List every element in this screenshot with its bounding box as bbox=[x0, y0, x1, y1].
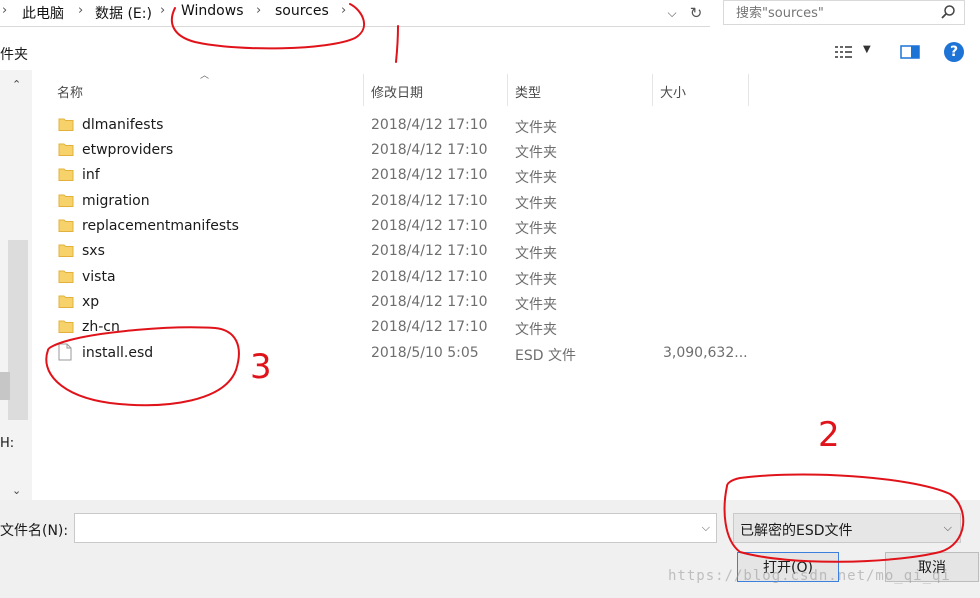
file-type: 文件夹 bbox=[515, 170, 557, 186]
file-size: 3,090,632... bbox=[663, 345, 748, 361]
file-type: 文件夹 bbox=[515, 145, 557, 161]
folder-icon bbox=[58, 143, 74, 156]
file-name: etwproviders bbox=[82, 142, 174, 158]
file-date: 2018/4/12 17:10 bbox=[371, 243, 488, 259]
folder-icon bbox=[58, 244, 74, 257]
file-date: 2018/4/12 17:10 bbox=[371, 218, 488, 234]
breadcrumb-this-pc[interactable]: 此电脑 bbox=[22, 3, 64, 23]
file-type: 文件夹 bbox=[515, 297, 557, 313]
address-bar[interactable]: › 此电脑 › 数据 (E:) › Windows › sources › ⌵ … bbox=[0, 0, 710, 27]
file-name: inf bbox=[82, 167, 100, 183]
breadcrumb-sources[interactable]: sources bbox=[275, 3, 329, 19]
filename-label: 文件名(N): bbox=[0, 523, 69, 539]
file-name: migration bbox=[82, 193, 150, 209]
breadcrumb-separator[interactable]: › bbox=[256, 3, 261, 18]
file-date: 2018/4/12 17:10 bbox=[371, 117, 488, 133]
file-row[interactable]: xp 2018/4/12 17:10 文件夹 bbox=[56, 290, 756, 315]
search-input[interactable] bbox=[734, 1, 938, 25]
file-row[interactable]: migration 2018/4/12 17:10 文件夹 bbox=[56, 189, 756, 214]
file-type: 文件夹 bbox=[515, 196, 557, 212]
file-name: vista bbox=[82, 269, 116, 285]
search-icon[interactable] bbox=[940, 4, 956, 20]
view-dropdown-icon[interactable]: ▼ bbox=[863, 44, 871, 55]
nav-selection-marker bbox=[0, 372, 10, 400]
view-options-icon[interactable] bbox=[834, 44, 854, 60]
column-header-size[interactable]: 大小 bbox=[660, 80, 686, 102]
file-icon bbox=[58, 343, 72, 361]
file-name: zh-cn bbox=[82, 319, 120, 335]
refresh-icon[interactable]: ↻ bbox=[686, 3, 706, 23]
nav-drive-label[interactable]: H: bbox=[0, 436, 14, 451]
nav-scroll-thumb[interactable] bbox=[8, 240, 28, 420]
file-type: 文件夹 bbox=[515, 272, 557, 288]
column-separator[interactable] bbox=[748, 74, 749, 106]
file-name: xp bbox=[82, 294, 100, 310]
file-row[interactable]: sxs 2018/4/12 17:10 文件夹 bbox=[56, 239, 756, 264]
column-header-type[interactable]: 类型 bbox=[515, 80, 541, 102]
search-box[interactable] bbox=[723, 0, 965, 25]
file-type: ESD 文件 bbox=[515, 348, 576, 364]
address-dropdown-icon[interactable]: ⌵ bbox=[662, 3, 682, 23]
file-type: 文件夹 bbox=[515, 246, 557, 262]
file-date: 2018/4/12 17:10 bbox=[371, 294, 488, 310]
scroll-down-icon[interactable]: ⌄ bbox=[12, 484, 21, 497]
folder-icon bbox=[58, 168, 74, 181]
breadcrumb-separator[interactable]: › bbox=[160, 3, 165, 18]
sort-ascending-icon: ︿ bbox=[200, 71, 210, 81]
breadcrumb-windows[interactable]: Windows bbox=[181, 3, 244, 19]
folder-icon bbox=[58, 219, 74, 232]
help-icon[interactable]: ? bbox=[944, 42, 964, 62]
file-date: 2018/4/12 17:10 bbox=[371, 319, 488, 335]
column-separator[interactable] bbox=[507, 74, 508, 106]
breadcrumb-separator[interactable]: › bbox=[2, 3, 7, 18]
file-row[interactable]: replacementmanifests 2018/4/12 17:10 文件夹 bbox=[56, 214, 756, 239]
filename-field[interactable]: ⌵ bbox=[74, 513, 717, 543]
filter-dropdown-icon[interactable]: ⌵ bbox=[944, 521, 952, 535]
file-row[interactable]: inf 2018/4/12 17:10 文件夹 bbox=[56, 163, 756, 188]
scroll-up-icon[interactable]: ⌃ bbox=[12, 78, 21, 91]
file-type: 文件夹 bbox=[515, 221, 557, 237]
file-name: install.esd bbox=[82, 345, 154, 361]
file-date: 2018/4/12 17:10 bbox=[371, 193, 488, 209]
breadcrumb-separator[interactable]: › bbox=[341, 3, 346, 18]
file-date: 2018/5/10 5:05 bbox=[371, 345, 479, 361]
column-header-date[interactable]: 修改日期 bbox=[371, 80, 423, 102]
file-type: 文件夹 bbox=[515, 322, 557, 338]
column-separator[interactable] bbox=[652, 74, 653, 106]
folder-icon bbox=[58, 270, 74, 283]
breadcrumb-drive-e[interactable]: 数据 (E:) bbox=[95, 3, 152, 23]
file-date: 2018/4/12 17:10 bbox=[371, 269, 488, 285]
filename-input[interactable] bbox=[79, 514, 683, 542]
file-date: 2018/4/12 17:10 bbox=[371, 142, 488, 158]
file-name: replacementmanifests bbox=[82, 218, 239, 234]
file-row[interactable]: zh-cn 2018/4/12 17:10 文件夹 bbox=[56, 315, 756, 340]
folder-icon bbox=[58, 118, 74, 131]
preview-pane-icon[interactable] bbox=[900, 45, 920, 59]
file-name: dlmanifests bbox=[82, 117, 164, 133]
breadcrumb-separator[interactable]: › bbox=[78, 3, 83, 18]
annotation-mark-1 bbox=[395, 25, 399, 63]
folder-icon bbox=[58, 320, 74, 333]
file-row[interactable]: etwproviders 2018/4/12 17:10 文件夹 bbox=[56, 138, 756, 163]
file-row[interactable]: vista 2018/4/12 17:10 文件夹 bbox=[56, 265, 756, 290]
column-header-name[interactable]: 名称 bbox=[57, 80, 83, 102]
file-row[interactable]: dlmanifests 2018/4/12 17:10 文件夹 bbox=[56, 113, 756, 138]
file-date: 2018/4/12 17:10 bbox=[371, 167, 488, 183]
watermark: https://blog.csdn.net/mo_qi_qi bbox=[668, 568, 951, 584]
folder-icon bbox=[58, 194, 74, 207]
file-type-filter[interactable]: 已解密的ESD文件 ⌵ bbox=[733, 513, 961, 543]
file-type: 文件夹 bbox=[515, 120, 557, 136]
folder-icon bbox=[58, 295, 74, 308]
new-folder-button[interactable]: 件夹 bbox=[0, 44, 28, 64]
column-separator[interactable] bbox=[363, 74, 364, 106]
filename-dropdown-icon[interactable]: ⌵ bbox=[702, 521, 710, 535]
file-name: sxs bbox=[82, 243, 105, 259]
file-row[interactable]: install.esd 2018/5/10 5:05 ESD 文件 3,090,… bbox=[56, 341, 756, 366]
file-type-filter-value: 已解密的ESD文件 bbox=[740, 523, 853, 539]
